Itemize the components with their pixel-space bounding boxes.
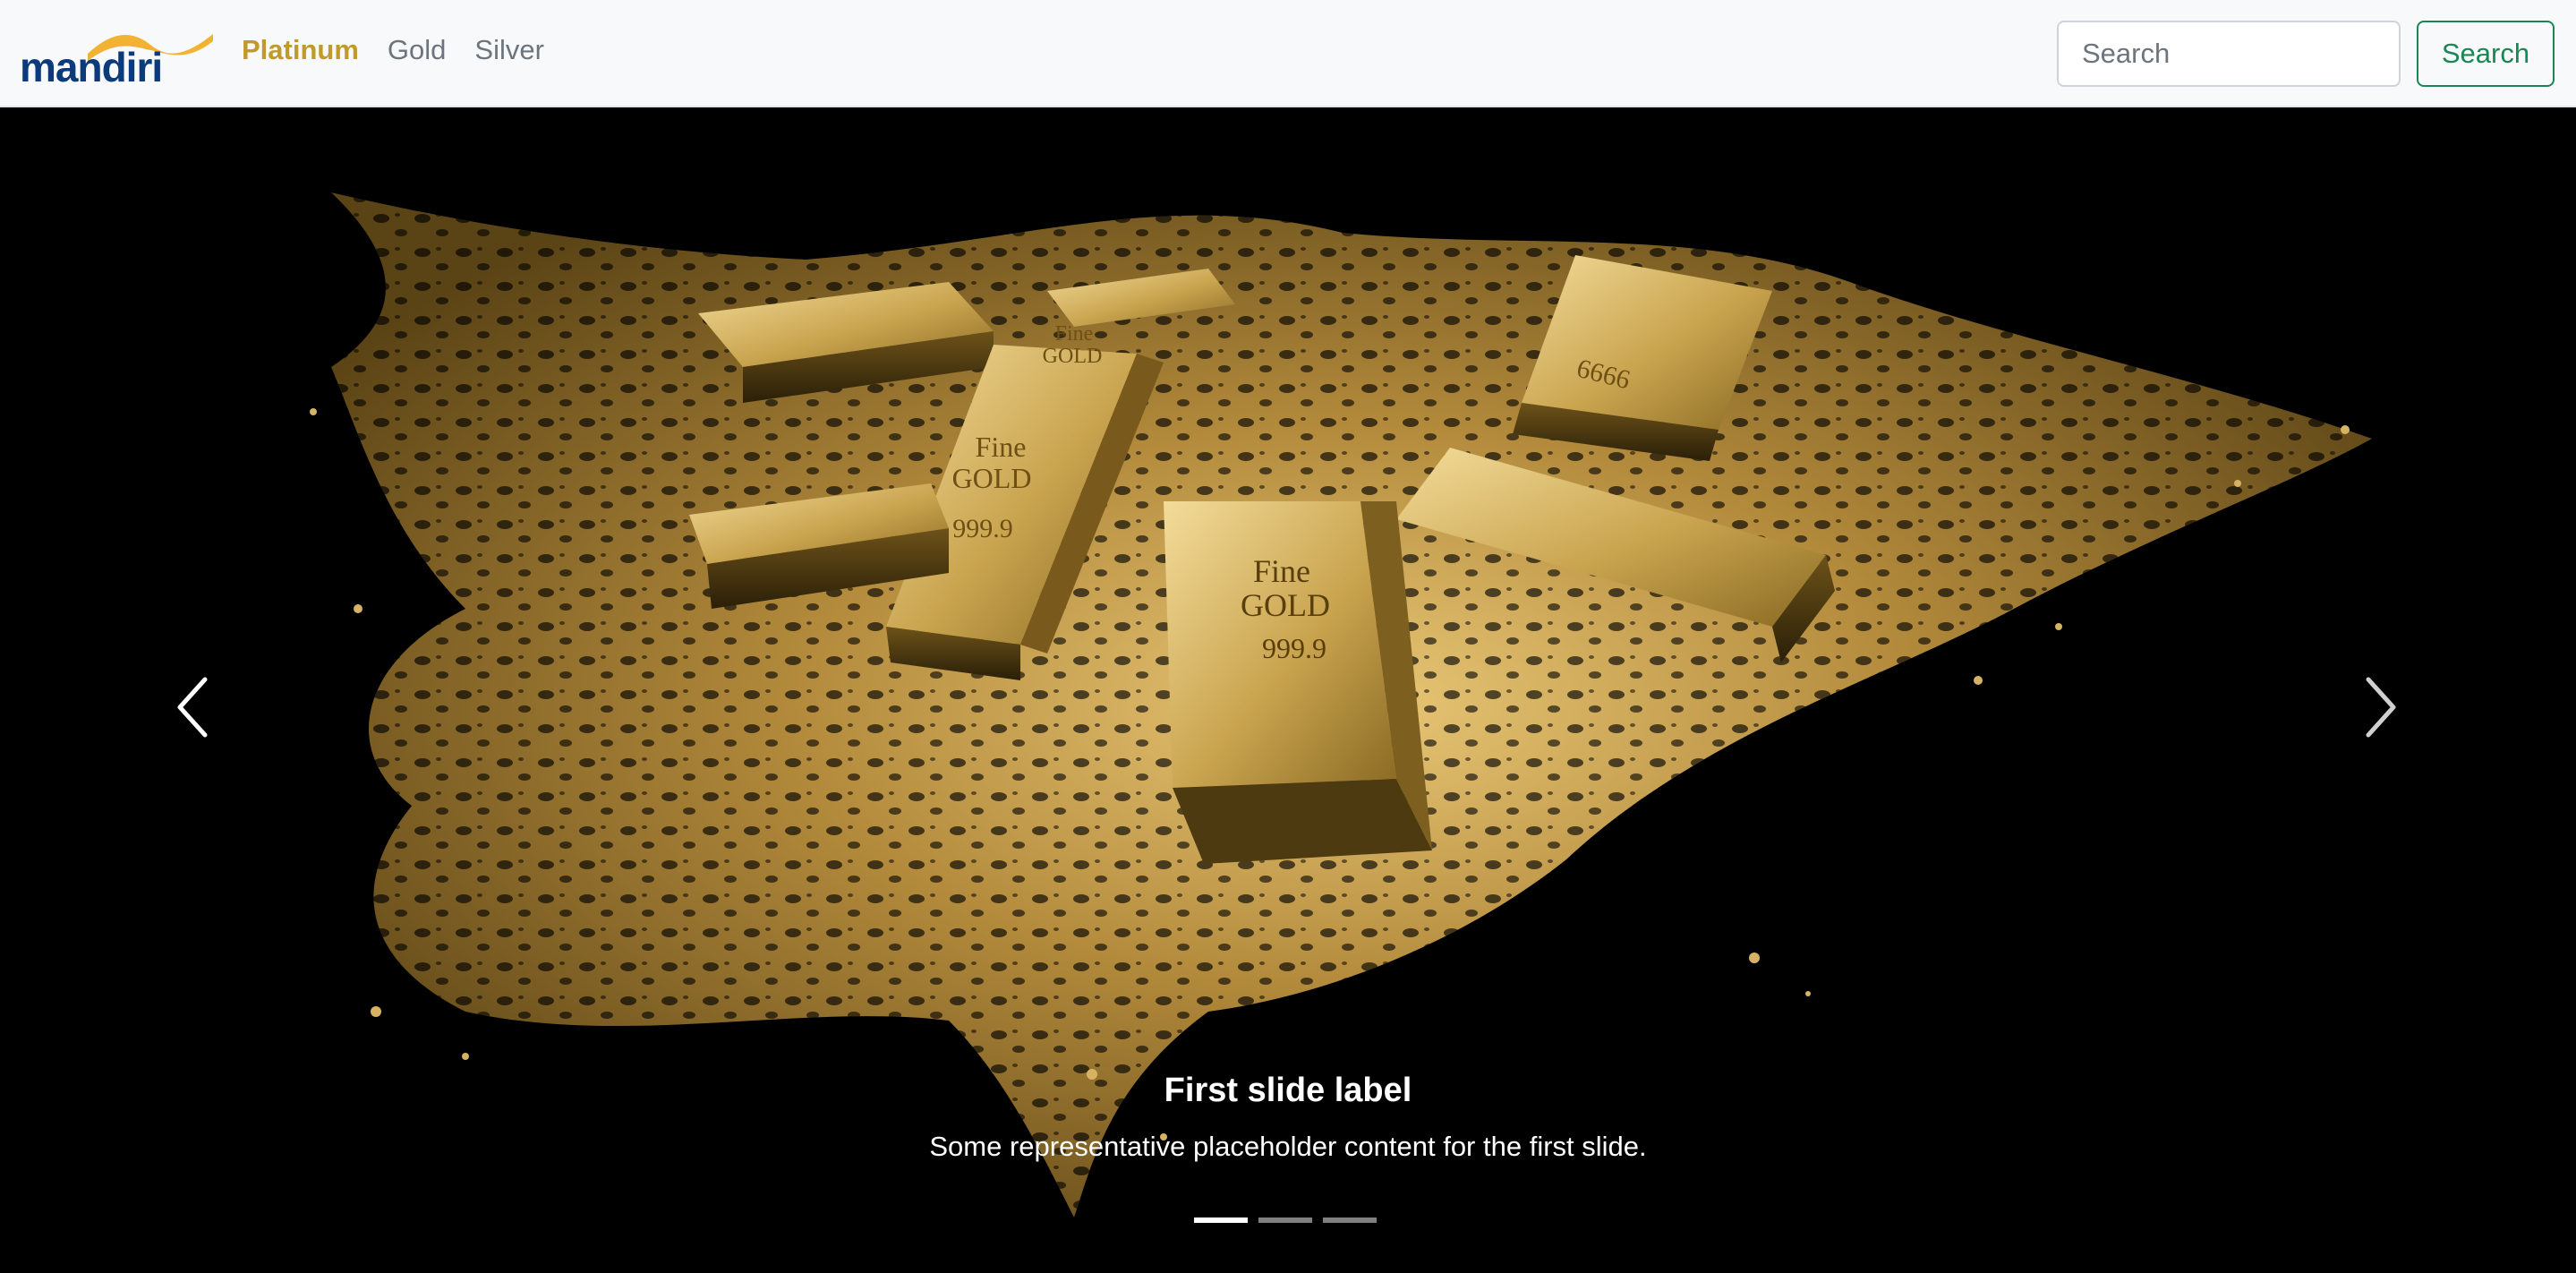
- svg-text:GOLD: GOLD: [952, 462, 1032, 494]
- carousel-indicator-2[interactable]: [1258, 1217, 1312, 1223]
- brand-logo[interactable]: mandiri: [18, 21, 213, 90]
- chevron-right-icon: [2366, 677, 2396, 738]
- svg-text:GOLD: GOLD: [1043, 345, 1103, 368]
- slide-caption-text: Some representative placeholder content …: [929, 1131, 1647, 1162]
- carousel-indicator-3[interactable]: [1323, 1217, 1377, 1223]
- carousel-prev-button[interactable]: [139, 645, 246, 770]
- svg-text:999.9: 999.9: [952, 514, 1013, 543]
- svg-text:Fine: Fine: [1253, 553, 1310, 589]
- carousel-indicator-1[interactable]: [1194, 1217, 1248, 1223]
- slide-caption-title: First slide label: [1164, 1072, 1412, 1109]
- carousel-next-button[interactable]: [2327, 645, 2435, 770]
- svg-text:GOLD: GOLD: [1241, 587, 1330, 623]
- svg-text:Fine: Fine: [976, 431, 1027, 463]
- nav-link-silver[interactable]: Silver: [474, 34, 544, 66]
- hero-carousel: 6666 Fine GOLD 999.9 Fine GOLD Fine GOLD…: [0, 107, 2576, 1273]
- brand-name: mandiri: [20, 44, 163, 90]
- nav-link-platinum[interactable]: Platinum: [242, 34, 359, 66]
- nav-link-gold[interactable]: Gold: [388, 34, 446, 66]
- chevron-left-icon: [177, 677, 208, 738]
- search-button[interactable]: Search: [2417, 21, 2555, 87]
- navbar: mandiri Platinum Gold Silver Search: [0, 0, 2576, 107]
- search-input[interactable]: [2057, 21, 2401, 87]
- svg-text:999.9: 999.9: [1262, 632, 1326, 664]
- nav-links: Platinum Gold Silver: [242, 34, 544, 66]
- svg-text:Fine: Fine: [1055, 322, 1094, 346]
- carousel-indicators: [1194, 1217, 1377, 1223]
